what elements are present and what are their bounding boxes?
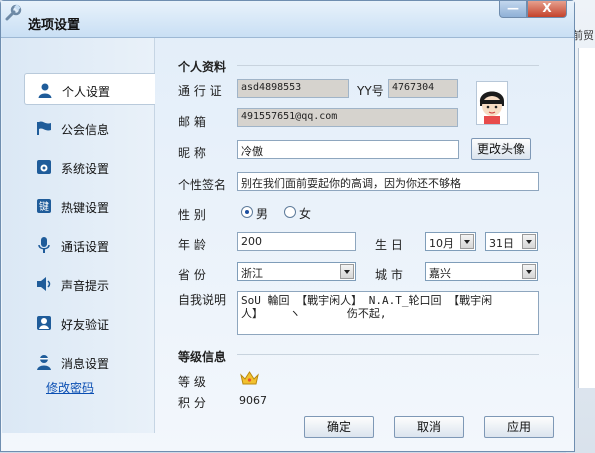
chevron-down-icon <box>522 234 536 249</box>
intro-line: 人】 ヽ 伤不起, <box>241 307 387 320</box>
points-value: 9067 <box>239 394 267 407</box>
close-button[interactable]: X <box>527 1 567 18</box>
wrench-icon <box>5 4 22 21</box>
friend-verify-icon <box>37 316 51 330</box>
yy-label: YY号 <box>357 84 384 98</box>
flag-icon <box>37 121 51 135</box>
microphone-icon <box>38 237 50 253</box>
ok-button[interactable]: 确定 <box>304 416 374 438</box>
birth-month-select[interactable]: 10月 <box>425 232 476 251</box>
gender-female-radio[interactable] <box>284 206 296 218</box>
close-icon: X <box>542 1 552 15</box>
intro-label: 自我说明 <box>178 293 227 307</box>
person-icon <box>38 83 52 98</box>
sidebar-item-hotkey[interactable]: 键 热键设置 <box>24 190 154 222</box>
city-select[interactable]: 嘉兴 <box>425 262 538 281</box>
city-label: 城 市 <box>375 268 403 282</box>
signature-input[interactable]: 别在我们面前耍起你的高调，因为你还不够格 <box>237 172 539 191</box>
background-window-text: 前贸 <box>572 29 594 42</box>
gender-male-radio[interactable] <box>241 206 253 218</box>
nickname-input[interactable]: 冷傲 <box>237 140 459 159</box>
gender-female-label[interactable]: 女 <box>299 205 311 222</box>
sidebar-item-label: 系统设置 <box>61 162 110 176</box>
settings-icon <box>37 160 51 174</box>
avatar <box>476 81 508 125</box>
personal-section-title: 个人资料 <box>178 60 227 74</box>
sidebar-item-label: 消息设置 <box>61 357 110 371</box>
sidebar-item-system[interactable]: 系统设置 <box>24 151 154 183</box>
yy-field: 4767304 <box>388 79 458 98</box>
speaker-icon <box>37 277 51 291</box>
svg-text:键: 键 <box>39 200 49 213</box>
email-field: 491557651@qq.com <box>237 108 458 127</box>
hotkey-icon: 键 <box>37 199 51 213</box>
gender-male-label[interactable]: 男 <box>256 205 268 222</box>
minimize-icon: — <box>507 1 519 15</box>
province-label: 省 份 <box>178 268 206 282</box>
sidebar-item-call[interactable]: 通话设置 <box>24 229 154 261</box>
change-avatar-button[interactable]: 更改头像 <box>471 138 531 160</box>
sidebar-item-label: 热键设置 <box>61 201 110 215</box>
birth-day-select[interactable]: 31日 <box>485 232 538 251</box>
points-label: 积 分 <box>178 396 206 410</box>
chevron-down-icon <box>340 264 354 279</box>
birth-day-value: 31日 <box>489 237 514 250</box>
age-label: 年 龄 <box>178 238 206 252</box>
birth-month-value: 10月 <box>429 237 454 250</box>
message-settings-icon <box>37 355 51 370</box>
chevron-down-icon <box>460 234 474 249</box>
sidebar: 个人设置 公会信息 系统设置 键 热键设置 通话设置 声音提示 好友验证 消息设… <box>2 38 155 433</box>
avatar-image <box>477 82 507 124</box>
sidebar-item-message[interactable]: 消息设置 <box>24 346 154 378</box>
section-divider <box>237 65 539 66</box>
change-password-link[interactable]: 修改密码 <box>46 379 94 396</box>
sidebar-item-personal[interactable]: 个人设置 <box>24 73 155 105</box>
sidebar-item-guild[interactable]: 公会信息 <box>24 112 154 144</box>
province-select[interactable]: 浙江 <box>237 262 356 281</box>
nickname-label: 昵 称 <box>178 146 206 160</box>
sidebar-item-label: 个人设置 <box>62 85 111 99</box>
pass-label: 通 行 证 <box>178 84 222 98</box>
pass-field: asd4898553 <box>237 79 349 98</box>
cancel-button[interactable]: 取消 <box>394 416 464 438</box>
sidebar-item-sound[interactable]: 声音提示 <box>24 268 154 300</box>
gender-label: 性 别 <box>178 208 206 222</box>
level-label: 等 级 <box>178 375 206 389</box>
age-input[interactable]: 200 <box>237 232 356 251</box>
sidebar-item-friend-verify[interactable]: 好友验证 <box>24 307 154 339</box>
province-value: 浙江 <box>241 267 263 280</box>
minimize-button[interactable]: — <box>499 1 527 18</box>
title-bar[interactable]: 选项设置 — X <box>1 1 574 38</box>
apply-button[interactable]: 应用 <box>484 416 554 438</box>
crown-icon <box>240 371 259 385</box>
window-title: 选项设置 <box>28 18 81 33</box>
background-window-panel <box>578 48 595 388</box>
intro-textarea[interactable]: SoU 輪回 【戰宇闲人】 N.A.T_轮口回 【戰宇闲 人】 ヽ 伤不起, <box>237 291 539 335</box>
city-value: 嘉兴 <box>429 267 451 280</box>
email-label: 邮 箱 <box>178 115 206 129</box>
sidebar-item-label: 声音提示 <box>61 279 110 293</box>
sidebar-item-label: 好友验证 <box>61 318 110 332</box>
options-dialog: 选项设置 — X 个人设置 公会信息 系统设置 键 热键设置 通话设置 声音提示… <box>0 0 575 452</box>
signature-label: 个性签名 <box>178 178 227 192</box>
section-divider <box>237 354 539 355</box>
level-section-title: 等级信息 <box>178 350 227 364</box>
sidebar-item-label: 通话设置 <box>61 240 110 254</box>
intro-line: SoU 輪回 【戰宇闲人】 N.A.T_轮口回 【戰宇闲 <box>241 294 493 307</box>
chevron-down-icon <box>522 264 536 279</box>
birthday-label: 生 日 <box>375 238 403 252</box>
sidebar-item-label: 公会信息 <box>61 123 110 137</box>
